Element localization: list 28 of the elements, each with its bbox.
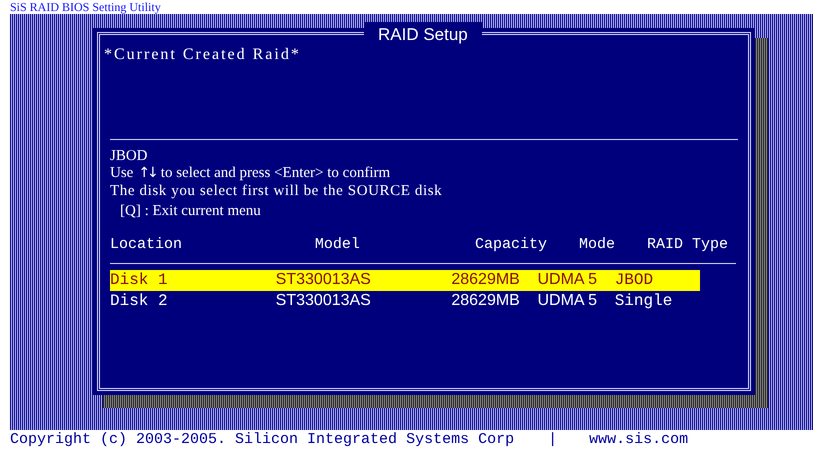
raid-mode-label: JBOD	[110, 148, 149, 165]
column-header: Location	[110, 235, 184, 255]
copyright-text: Copyright (c) 2003-2005. Silicon Integrated Systems Corp	[10, 430, 514, 450]
section-title: *Current Created Raid*	[104, 45, 302, 65]
column-header: Model	[314, 235, 361, 255]
column-header: Mode	[578, 235, 616, 255]
table-cell-text: Disk 1	[110, 270, 169, 291]
column-header: Capacity	[474, 235, 548, 255]
instruction-text: The disk you select first will be the SOURCE disk	[110, 183, 444, 200]
table-cell-text: ST330013AS	[274, 270, 372, 290]
table-cell-text: Single	[614, 291, 674, 312]
table-cell-text: 28629MB	[450, 291, 521, 311]
table-cell-text: ST330013AS	[274, 291, 372, 311]
disk-row[interactable]: Disk 1 ST330013AS 28629MB UDMA 5 JBOD	[110, 270, 700, 290]
table-cell-text: Disk 2	[110, 291, 169, 312]
disk-row[interactable]: Disk 2 ST330013AS 28629MB UDMA 5 Single	[110, 290, 700, 312]
footer-separator: |	[548, 430, 558, 450]
table-cell-text: UDMA 5	[536, 270, 598, 290]
arrow-keys-icon: ↑↓	[138, 165, 156, 182]
website-link[interactable]: www.sis.com	[589, 429, 688, 451]
column-header: RAID Type	[646, 235, 730, 255]
instruction-text: to select and press <Enter> to confirm	[160, 165, 390, 182]
table-cell-text: JBOD	[614, 270, 654, 291]
table-cell-text: UDMA 5	[536, 291, 598, 311]
table-cell-text: 28629MB	[450, 270, 521, 290]
instruction-text: [Q] : Exit current menu	[120, 203, 262, 220]
utility-title: SiS RAID BIOS Setting Utility	[9, 0, 162, 14]
instruction-text: Use	[110, 165, 134, 182]
